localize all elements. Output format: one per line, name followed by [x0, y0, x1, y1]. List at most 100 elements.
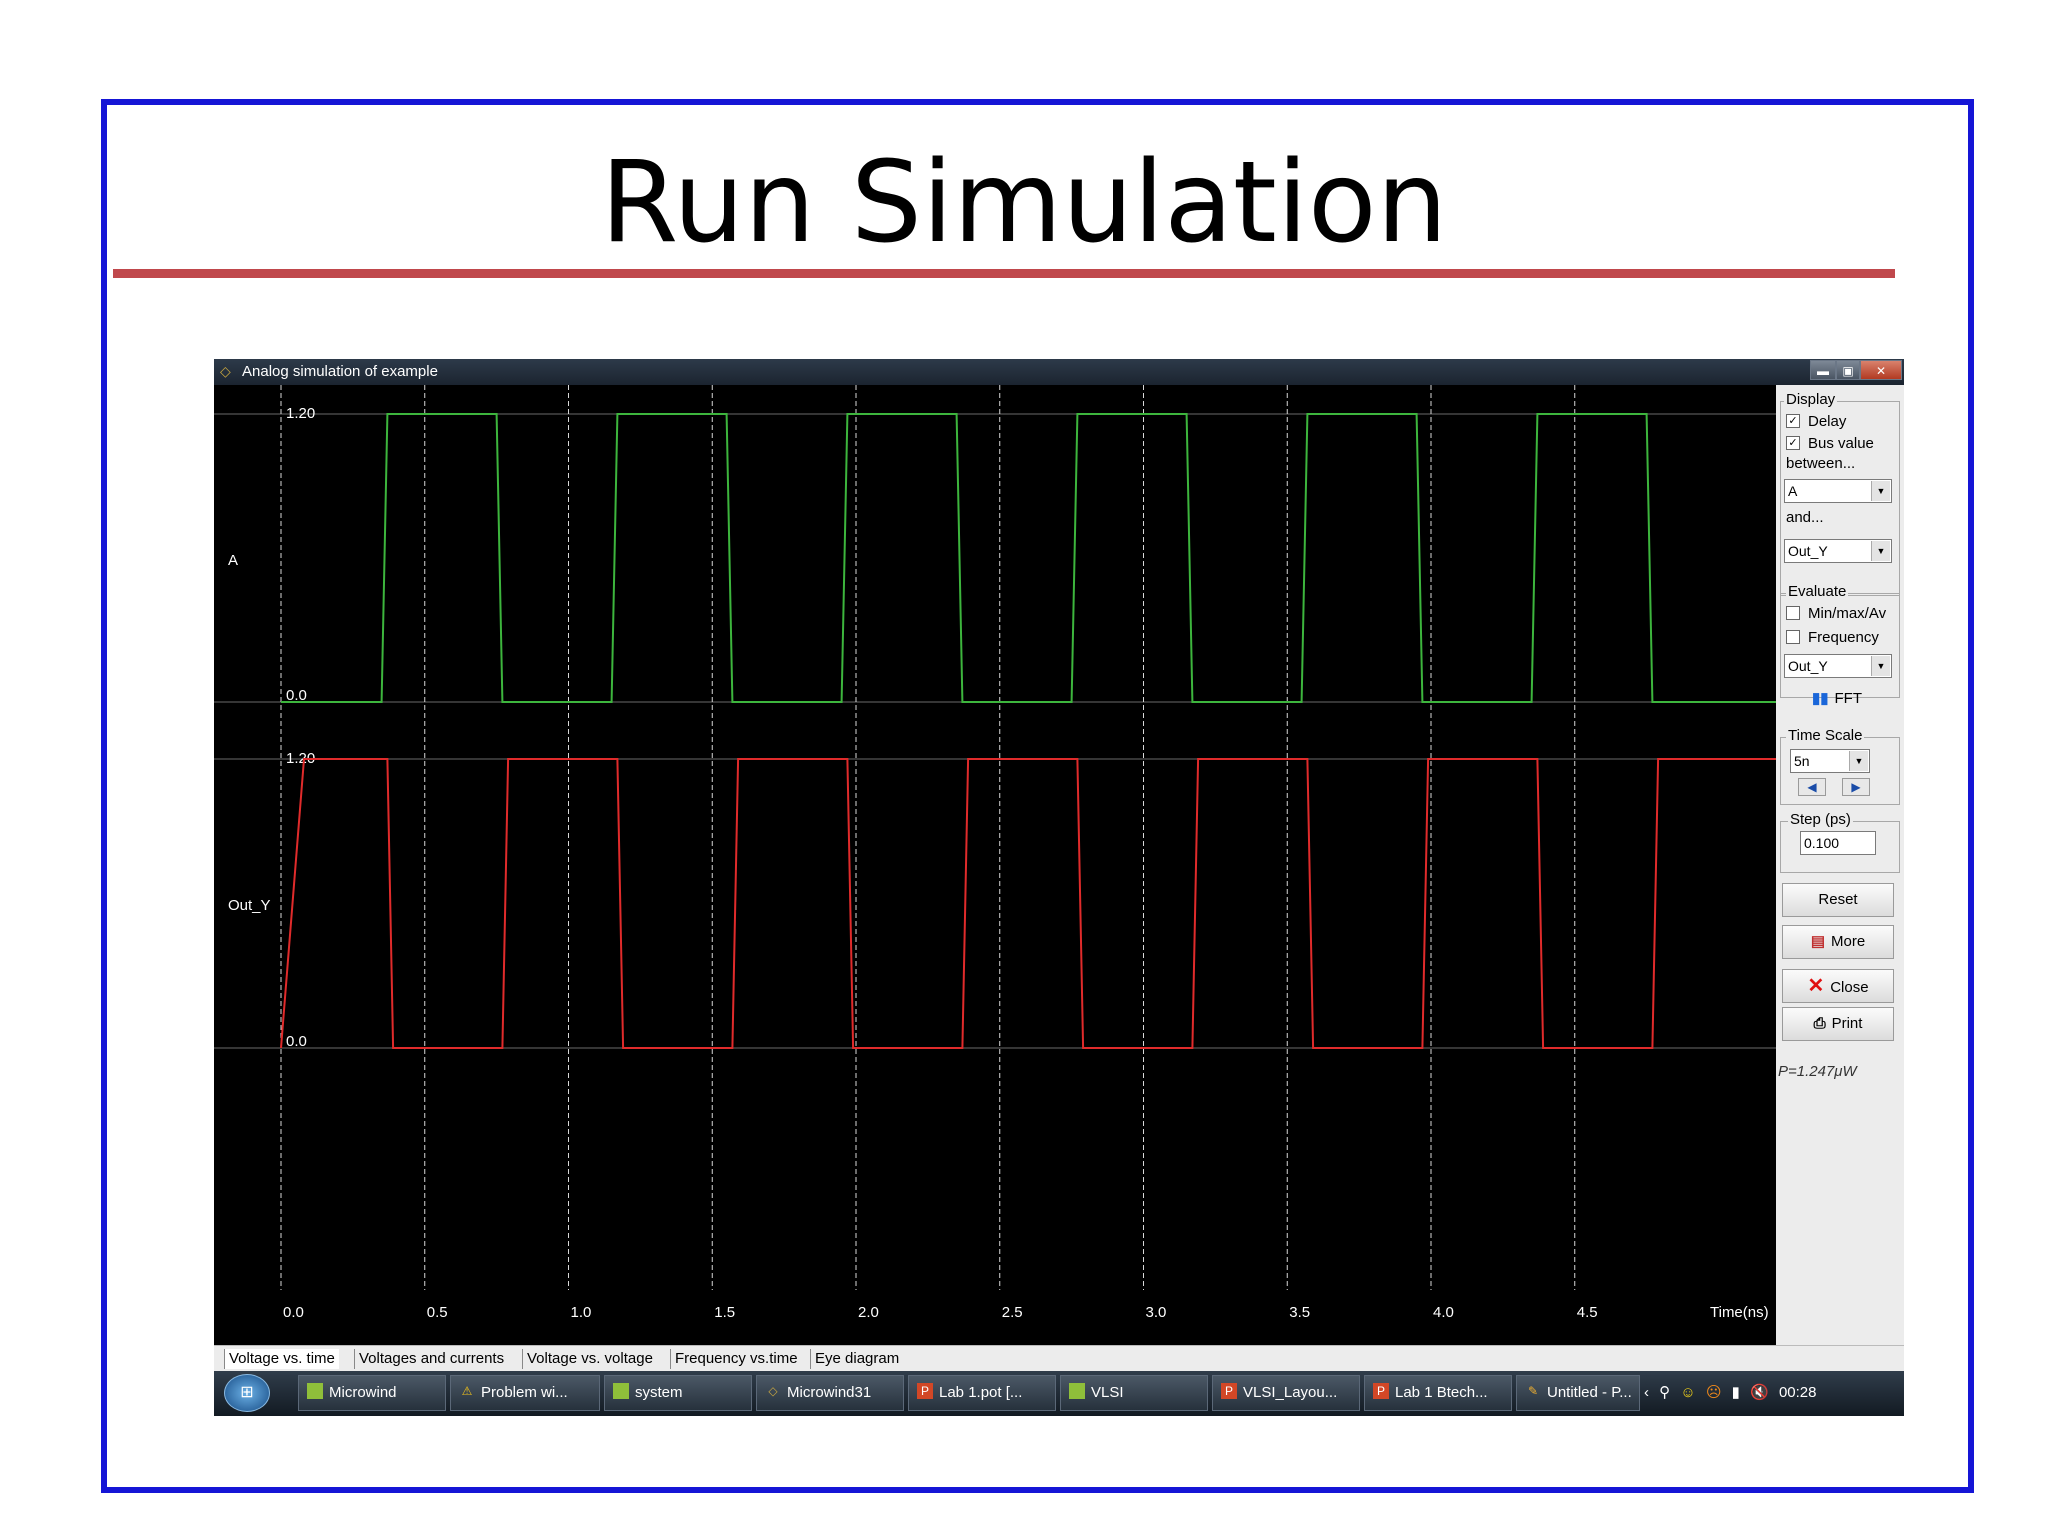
x-tick-label: 3.5: [1289, 1304, 1310, 1321]
plot-tabs: Voltage vs. time Voltages and currents V…: [214, 1345, 1904, 1371]
taskbar-item-label: Lab 1.pot [...: [939, 1384, 1023, 1401]
taskbar-item[interactable]: ✎ Untitled - P...: [1516, 1375, 1640, 1411]
reset-button[interactable]: Reset: [1782, 883, 1894, 917]
simulation-window: ◇ Analog simulation of example ▬ ▣ ✕ 0.0…: [214, 359, 1904, 1416]
control-panel: Display ✓ Delay ✓ Bus value between... A ▼ …: [1776, 385, 1904, 1345]
waveform-trace-out-y: [280, 758, 1776, 1049]
restore-button[interactable]: ▣: [1836, 360, 1860, 380]
step-input[interactable]: 0.100: [1800, 831, 1876, 855]
powerpoint-icon: P: [917, 1383, 933, 1400]
taskbar-item[interactable]: ◇ Microwind31: [756, 1375, 904, 1411]
taskbar-item[interactable]: Microwind: [298, 1375, 446, 1411]
close-window-button[interactable]: ✕: [1860, 360, 1902, 380]
x-tick-label: 0.0: [283, 1304, 304, 1321]
system-tray: ‹ ⚲ ☺ ☹ ▮ 🔇 00:28: [1644, 1375, 1902, 1411]
taskbar-item[interactable]: VLSI: [1060, 1375, 1208, 1411]
timescale-select[interactable]: 5n ▼: [1790, 749, 1870, 773]
delay-label: Delay: [1808, 413, 1847, 430]
network-icon[interactable]: ⚲: [1659, 1375, 1670, 1411]
x-tick-label: 1.0: [571, 1304, 592, 1321]
warning-icon: ⚠: [461, 1384, 473, 1399]
app-icon: ◇: [220, 363, 231, 379]
tab-voltage-vs-time[interactable]: Voltage vs. time: [224, 1349, 339, 1369]
x-tick-label: 1.5: [714, 1304, 735, 1321]
app-icon: [613, 1383, 629, 1400]
taskbar-item[interactable]: P VLSI_Layou...: [1212, 1375, 1360, 1411]
delay-checkbox-box[interactable]: ✓: [1786, 414, 1800, 429]
signal-name-label: A: [228, 552, 238, 569]
delay-checkbox[interactable]: ✓ Delay: [1786, 412, 1846, 432]
chevron-down-icon[interactable]: ▼: [1871, 656, 1890, 676]
minimize-button[interactable]: ▬: [1810, 360, 1836, 380]
waveform-trace-a: [281, 413, 1776, 703]
battery-icon[interactable]: ▮: [1732, 1375, 1740, 1411]
tab-frequency-vs-time[interactable]: Frequency vs.time: [670, 1349, 802, 1369]
x-tick-label: 3.0: [1146, 1304, 1167, 1321]
taskbar-item-label: Problem wi...: [481, 1384, 568, 1401]
close-icon: ✕: [1807, 975, 1825, 997]
x-tick-label: 0.5: [427, 1304, 448, 1321]
title-underline: [113, 269, 1895, 278]
print-button[interactable]: ⎙ Print: [1782, 1007, 1894, 1041]
frequency-checkbox-box[interactable]: [1786, 630, 1800, 645]
tab-eye-diagram[interactable]: Eye diagram: [810, 1349, 903, 1369]
windows-logo-icon: ⊞: [240, 1384, 254, 1401]
close-button[interactable]: ✕ Close: [1782, 969, 1894, 1003]
between-value: A: [1788, 483, 1798, 499]
arrow-right-icon: ▶: [1851, 780, 1861, 794]
taskbar-item[interactable]: ⚠ Problem wi...: [450, 1375, 600, 1411]
x-tick-label: 4.5: [1577, 1304, 1598, 1321]
timescale-left-button[interactable]: ◀: [1798, 778, 1826, 796]
frequency-checkbox[interactable]: Frequency: [1786, 628, 1879, 648]
minmax-checkbox[interactable]: Min/max/Av: [1786, 604, 1886, 624]
between-label: between...: [1786, 455, 1856, 472]
start-button[interactable]: ⊞: [224, 1374, 270, 1412]
bus-value-checkbox[interactable]: ✓ Bus value: [1786, 434, 1874, 454]
sad-icon[interactable]: ☹: [1706, 1375, 1722, 1411]
window-titlebar: ◇ Analog simulation of example ▬ ▣ ✕: [214, 359, 1904, 385]
minmax-checkbox-box[interactable]: [1786, 606, 1800, 621]
bus-value-checkbox-box[interactable]: ✓: [1786, 436, 1800, 451]
powerpoint-icon: P: [1373, 1383, 1389, 1400]
print-label: Print: [1831, 1015, 1863, 1032]
app-icon: [1069, 1383, 1085, 1400]
bus-value-label: Bus value: [1808, 435, 1874, 452]
smiley-icon[interactable]: ☺: [1680, 1375, 1695, 1411]
taskbar-item[interactable]: P Lab 1.pot [...: [908, 1375, 1056, 1411]
chevron-left-icon[interactable]: ‹: [1644, 1375, 1649, 1411]
chevron-down-icon[interactable]: ▼: [1871, 481, 1890, 501]
taskbar-item-label: Lab 1 Btech...: [1395, 1384, 1488, 1401]
chevron-down-icon[interactable]: ▼: [1849, 751, 1868, 771]
tab-voltage-vs-voltage[interactable]: Voltage vs. voltage: [522, 1349, 657, 1369]
tab-voltages-and-currents[interactable]: Voltages and currents: [354, 1349, 508, 1369]
window-title: Analog simulation of example: [242, 363, 438, 380]
printer-icon: ⎙: [1813, 1015, 1826, 1032]
x-tick-label: 2.5: [1002, 1304, 1023, 1321]
waveform-plot: 0.0 0.5 1.0 1.5 2.0 2.5 3.0 3.5 4.0 4.5 Time(ns) A 1…: [214, 385, 1776, 1345]
evaluate-select[interactable]: Out_Y ▼: [1784, 654, 1892, 678]
fft-label: FFT: [1834, 690, 1863, 707]
signal-name-label: Out_Y: [228, 897, 271, 914]
volume-muted-icon[interactable]: 🔇: [1750, 1375, 1769, 1411]
taskbar-item-label: Microwind31: [787, 1384, 872, 1401]
clock[interactable]: 00:28: [1779, 1375, 1817, 1411]
chevron-down-icon[interactable]: ▼: [1871, 541, 1890, 561]
timescale-group-title: Time Scale: [1786, 727, 1865, 744]
taskbar-item-label: Untitled - P...: [1547, 1384, 1632, 1401]
y-max-label: 1.20: [286, 405, 315, 422]
more-button[interactable]: ▤ More: [1782, 925, 1894, 959]
and-label: and...: [1786, 509, 1824, 526]
more-icon: ▤: [1810, 933, 1825, 950]
taskbar-item-label: VLSI: [1091, 1384, 1124, 1401]
x-tick-label: 2.0: [858, 1304, 879, 1321]
fft-button[interactable]: ▮▮ FFT: [1812, 689, 1862, 707]
paint-icon: ✎: [1527, 1384, 1539, 1399]
taskbar-item[interactable]: system: [604, 1375, 752, 1411]
and-select[interactable]: Out_Y ▼: [1784, 539, 1892, 563]
between-select[interactable]: A ▼: [1784, 479, 1892, 503]
taskbar-item[interactable]: P Lab 1 Btech...: [1364, 1375, 1512, 1411]
more-label: More: [1831, 933, 1866, 950]
os-taskbar: ⊞ Microwind ⚠ Problem wi... system ◇ Micro…: [214, 1371, 1904, 1416]
app-icon: [307, 1383, 323, 1400]
timescale-right-button[interactable]: ▶: [1842, 778, 1870, 796]
